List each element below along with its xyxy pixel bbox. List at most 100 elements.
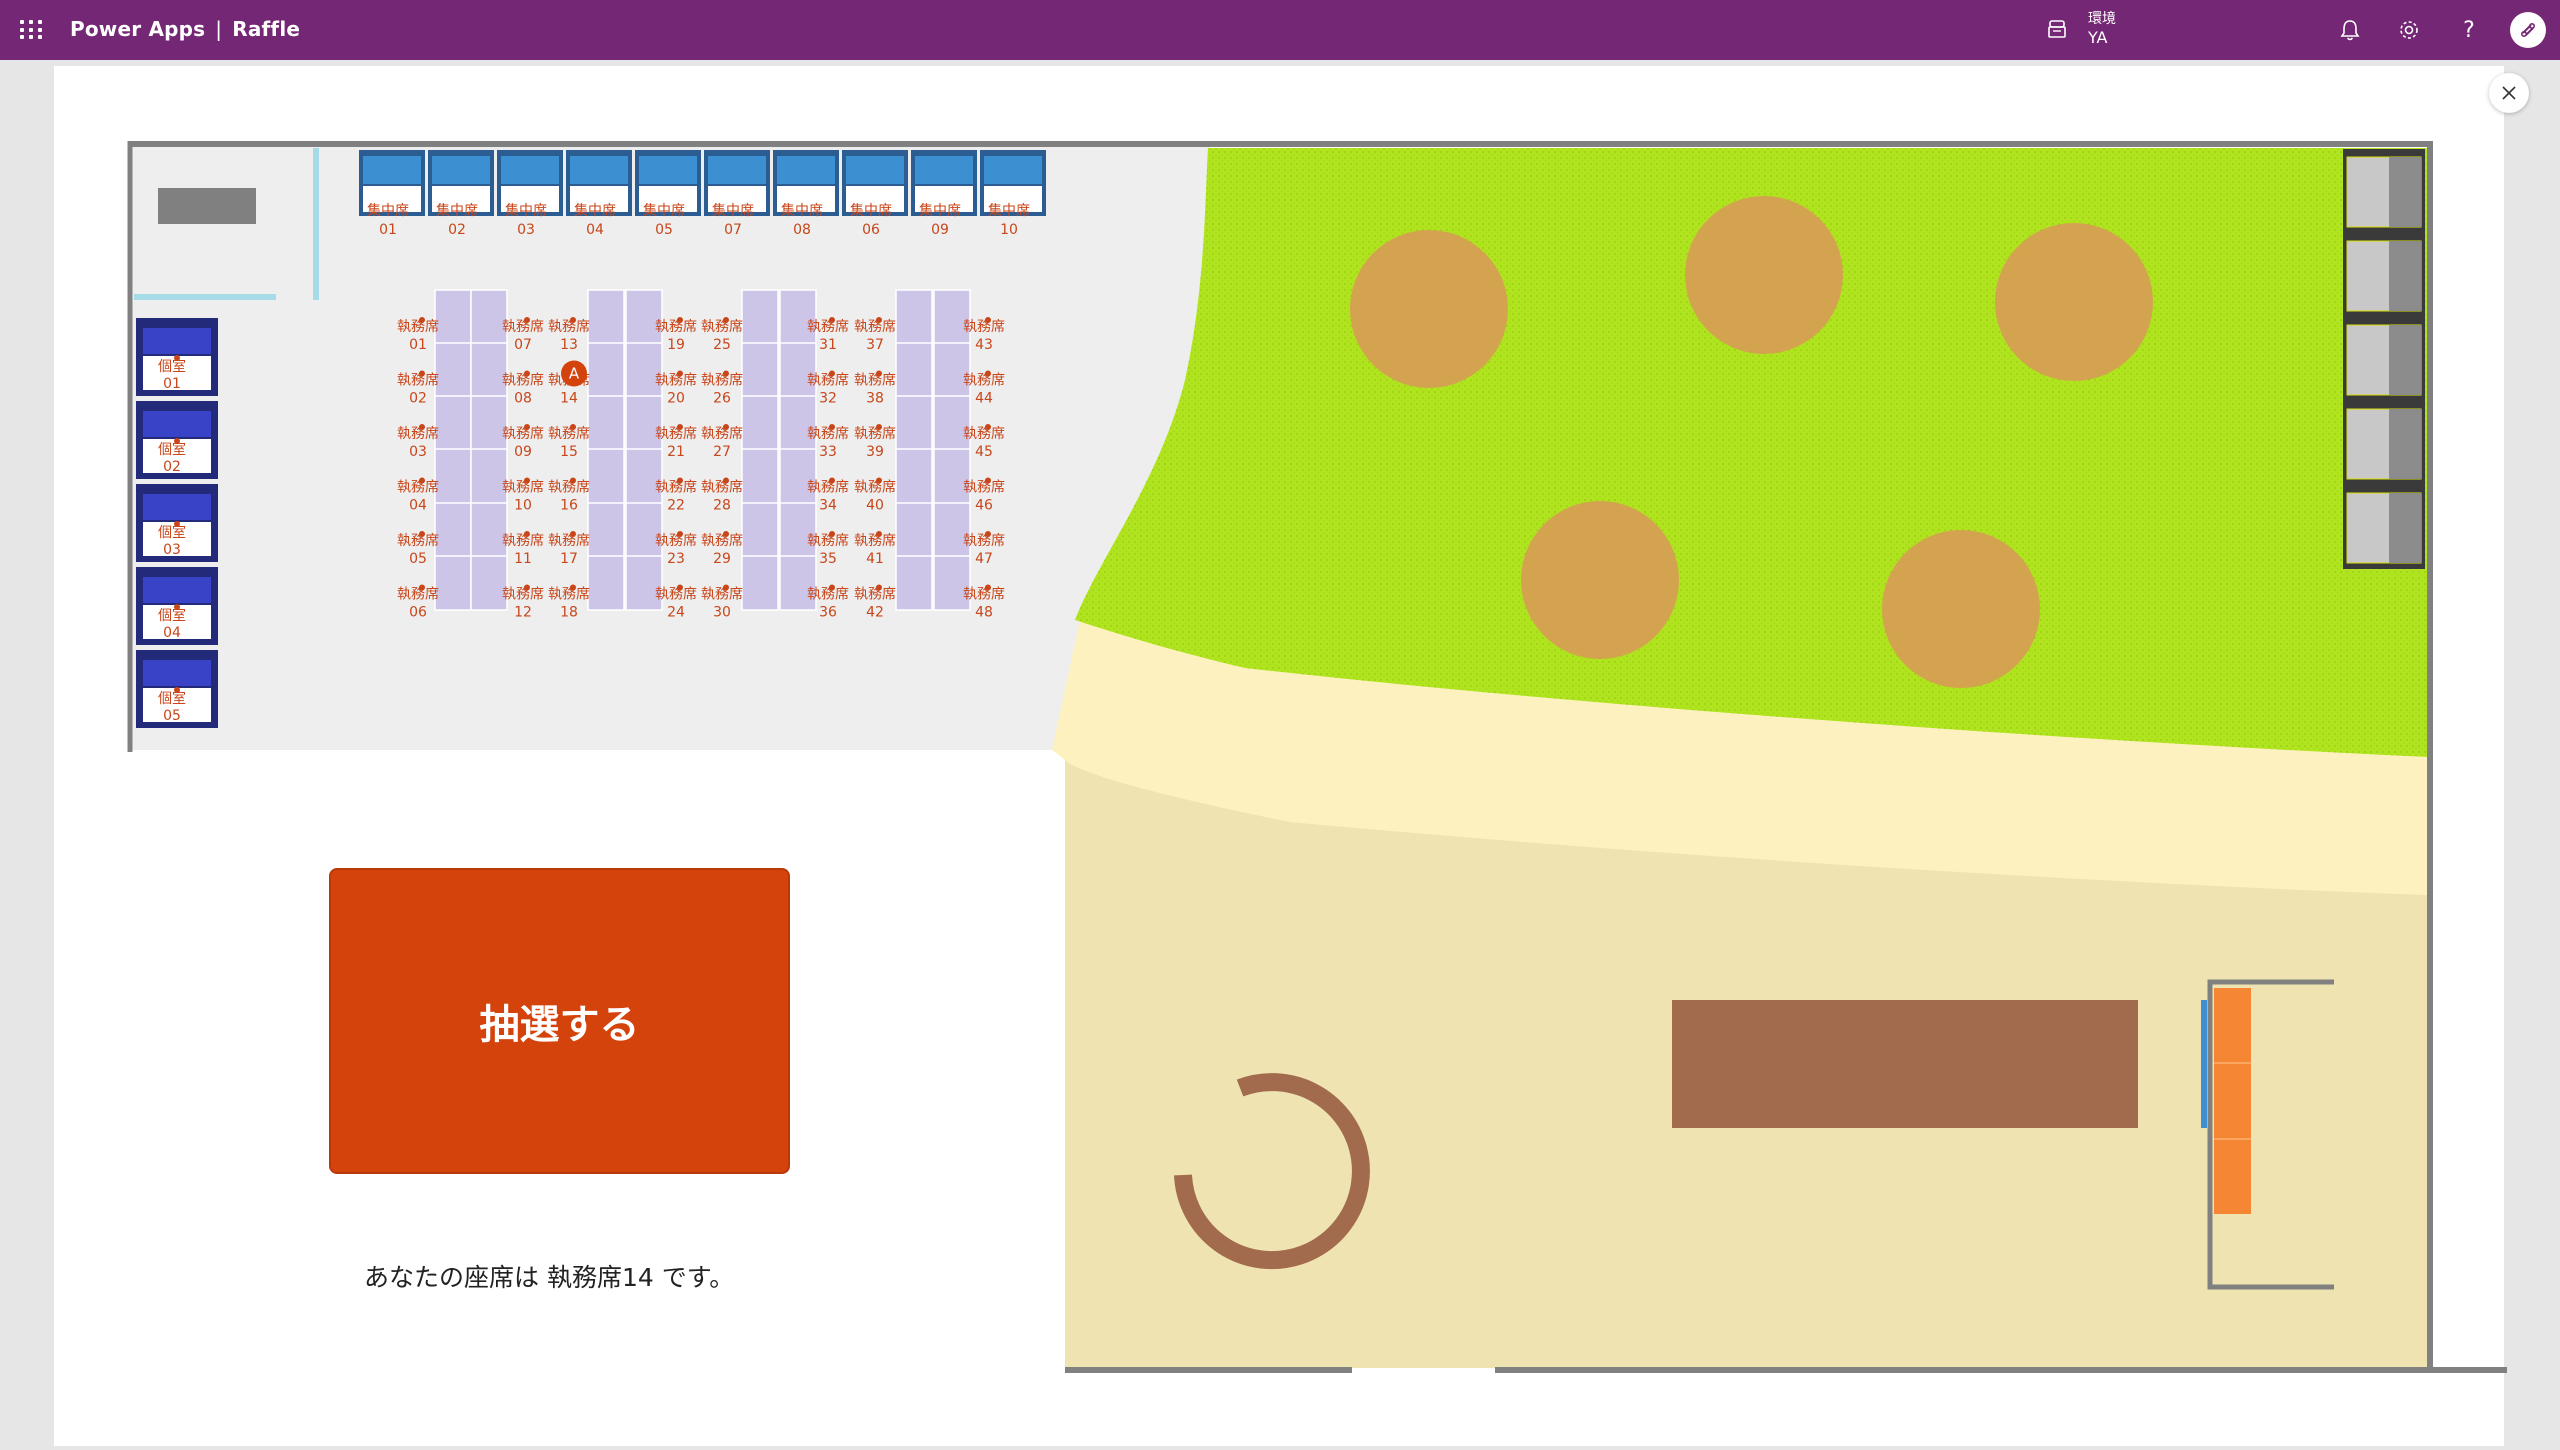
private-room-label: 個室 <box>158 524 186 541</box>
focus-seat-label: 集中席 <box>574 202 616 219</box>
desk-seat-label: 執務席 <box>807 373 849 389</box>
desk-seat-label: 執務席 <box>548 480 590 496</box>
desk-seat-number: 34 <box>819 498 837 514</box>
private-room: 個室02 <box>136 401 218 479</box>
focus-seat-number: 09 <box>931 222 949 238</box>
desk-seat-number: 10 <box>514 498 532 514</box>
private-room-number: 04 <box>163 625 181 641</box>
desk-seat-number: 20 <box>667 391 685 407</box>
private-room-number: 01 <box>163 376 181 392</box>
focus-seat-label: 集中席 <box>436 202 478 219</box>
desk-seat-number: 31 <box>819 337 837 353</box>
storage-unit <box>158 188 256 224</box>
desk-seat-label: 執務席 <box>963 373 1005 389</box>
private-room-number: 03 <box>163 542 181 558</box>
desk-seat-number: 30 <box>713 605 731 621</box>
desk-seat-number: 16 <box>560 498 578 514</box>
private-room: 個室05 <box>136 650 218 728</box>
selected-seat-marker-label: A <box>569 365 580 383</box>
focus-seat-label: 集中席 <box>988 202 1030 219</box>
desk-seat-number: 33 <box>819 444 837 460</box>
desk-seat-label: 執務席 <box>548 587 590 603</box>
desk-seat-label: 執務席 <box>854 480 896 496</box>
desk-seat-number: 35 <box>819 551 837 567</box>
desk-seat-label: 執務席 <box>854 587 896 603</box>
desk-seat-label: 執務席 <box>502 587 544 603</box>
desk-seat-number: 36 <box>819 605 837 621</box>
desk-seat-label: 執務席 <box>701 373 743 389</box>
desk-seat-label: 執務席 <box>655 533 697 549</box>
desk-seat-label: 執務席 <box>548 533 590 549</box>
focus-seat-label: 集中席 <box>850 202 892 219</box>
desk-seat-number: 45 <box>975 444 993 460</box>
desk-seat-number: 48 <box>975 605 993 621</box>
focus-seat-number: 10 <box>1000 222 1018 238</box>
desk-seat-label: 執務席 <box>655 426 697 442</box>
desk-seat-number: 23 <box>667 551 685 567</box>
focus-seat-number: 01 <box>379 222 397 238</box>
desk-seat-number: 13 <box>560 337 578 353</box>
desk-seat-label: 執務席 <box>502 373 544 389</box>
desk-seat-label: 執務席 <box>807 480 849 496</box>
desk-seat-number: 22 <box>667 498 685 514</box>
desk-seat-number: 40 <box>866 498 884 514</box>
desk-seat-number: 07 <box>514 337 532 353</box>
desk-seat-label: 執務席 <box>397 587 439 603</box>
desk-seat-label: 執務席 <box>397 319 439 335</box>
desk-seat-number: 24 <box>667 605 685 621</box>
desk-seat-label: 執務席 <box>963 587 1005 603</box>
focus-seat-number: 03 <box>517 222 535 238</box>
private-rooms: 個室01個室02個室03個室04個室05 <box>136 318 218 728</box>
desk-seat-label: 執務席 <box>701 319 743 335</box>
desk-seat-number: 43 <box>975 337 993 353</box>
desk-seat-number: 19 <box>667 337 685 353</box>
focus-seat-number: 02 <box>448 222 466 238</box>
desk-seat-label: 執務席 <box>807 319 849 335</box>
desk-seat-number: 26 <box>713 391 731 407</box>
desk-seat-number: 05 <box>409 551 427 567</box>
private-room-label: 個室 <box>158 607 186 624</box>
raffle-button[interactable]: 抽選する <box>329 868 790 1174</box>
desk-seat-label: 執務席 <box>701 587 743 603</box>
tree <box>1882 530 2040 688</box>
result-text: あなたの座席は 執務席14 です。 <box>364 1263 735 1292</box>
floor-map: 集中席 01 集中席 02 集中席 03 集中席 04 集中席 05 集中席 07 集中席 08 集中席 06… <box>127 141 2507 1373</box>
private-room: 個室03 <box>136 484 218 562</box>
desk-seat-number: 44 <box>975 391 993 407</box>
desk-seat-number: 25 <box>713 337 731 353</box>
desk-seat-number: 09 <box>514 444 532 460</box>
meeting-table <box>1672 1000 2138 1128</box>
desk-seat-label: 執務席 <box>854 319 896 335</box>
close-icon <box>2502 86 2516 100</box>
desk-seat-label: 執務席 <box>807 533 849 549</box>
private-room-label: 個室 <box>158 441 186 458</box>
desk-seat-label: 執務席 <box>701 426 743 442</box>
desk-seat-label: 執務席 <box>655 319 697 335</box>
desk-seat-label: 執務席 <box>655 587 697 603</box>
desk-seat-number: 04 <box>409 498 427 514</box>
desk-seat-number: 08 <box>514 391 532 407</box>
focus-seat-label: 集中席 <box>367 202 409 219</box>
private-room: 個室04 <box>136 567 218 645</box>
tree <box>1685 196 1843 354</box>
desk-seat-number: 32 <box>819 391 837 407</box>
desk-seat-number: 38 <box>866 391 884 407</box>
desk-seat-number: 02 <box>409 391 427 407</box>
desk-seat-label: 執務席 <box>701 533 743 549</box>
close-button[interactable] <box>2489 73 2529 113</box>
focus-seat-label: 集中席 <box>919 202 961 219</box>
desk-seat-label: 執務席 <box>502 480 544 496</box>
desk-seat-number: 27 <box>713 444 731 460</box>
desk-seat-label: 執務席 <box>963 426 1005 442</box>
private-room-label: 個室 <box>158 690 186 707</box>
desk-seat-number: 37 <box>866 337 884 353</box>
desk-seat-number: 28 <box>713 498 731 514</box>
focus-seat-number: 05 <box>655 222 673 238</box>
desk-seat-label: 執務席 <box>397 426 439 442</box>
private-room-label: 個室 <box>158 358 186 375</box>
desk-seat-number: 39 <box>866 444 884 460</box>
desk-seat-number: 47 <box>975 551 993 567</box>
focus-seat-label: 集中席 <box>781 202 823 219</box>
desk-seat-label: 執務席 <box>854 426 896 442</box>
desk-seat-number: 01 <box>409 337 427 353</box>
